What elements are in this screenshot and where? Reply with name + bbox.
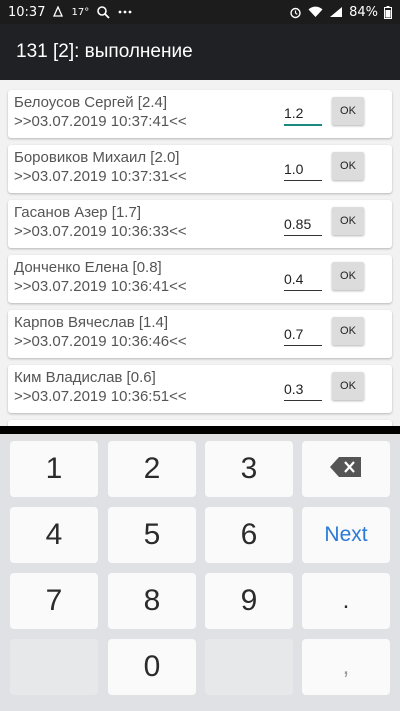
ok-button[interactable]: OK (332, 372, 364, 400)
list-item: Карпов Вячеслав [1.4] >>03.07.2019 10:36… (8, 310, 392, 358)
participant-time: >>03.07.2019 10:36:46<< (14, 333, 187, 350)
page-title: 131 [2]: выполнение (16, 41, 193, 62)
key-4[interactable]: 4 (10, 507, 98, 563)
backspace-key[interactable] (302, 441, 390, 497)
participant-time: >>03.07.2019 10:36:33<< (14, 223, 187, 240)
key-6[interactable]: 6 (205, 507, 293, 563)
value-input[interactable] (284, 212, 322, 236)
value-input[interactable] (284, 377, 322, 401)
participant-time: >>03.07.2019 10:36:41<< (14, 278, 187, 295)
value-input[interactable] (284, 157, 322, 181)
list-item: Ким Владислав [0.6] >>03.07.2019 10:36:5… (8, 365, 392, 413)
battery-icon (384, 5, 392, 19)
participant-name: Гасанов Азер [1.7] (14, 204, 141, 221)
key-3[interactable]: 3 (205, 441, 293, 497)
key-1[interactable]: 1 (10, 441, 98, 497)
participant-name: Боровиков Михаил [2.0] (14, 149, 180, 166)
list-item: Белоусов Сергей [2.4] >>03.07.2019 10:37… (8, 90, 392, 138)
key-9[interactable]: 9 (205, 573, 293, 629)
value-input[interactable] (284, 267, 322, 291)
next-key[interactable]: Next (302, 507, 390, 563)
search-icon (97, 5, 110, 19)
participant-name: Карпов Вячеслав [1.4] (14, 314, 169, 331)
participant-time: >>03.07.2019 10:37:41<< (14, 113, 187, 130)
list-item: Донченко Елена [0.8] >>03.07.2019 10:36:… (8, 255, 392, 303)
alarm-icon (289, 6, 302, 19)
key-2[interactable]: 2 (108, 441, 196, 497)
ok-button[interactable]: OK (332, 152, 364, 180)
app-bar: 131 [2]: выполнение (0, 24, 400, 80)
value-input[interactable] (284, 322, 322, 346)
key-5[interactable]: 5 (108, 507, 196, 563)
status-bar: 10:37 17° 84% (0, 0, 400, 24)
numeric-keyboard: 1 2 3 4 5 6 Next 7 8 9 . 0 , (0, 434, 400, 711)
list-item: Боровиков Михаил [2.0] >>03.07.2019 10:3… (8, 145, 392, 193)
ok-button[interactable]: OK (332, 207, 364, 235)
participant-name: Донченко Елена [0.8] (14, 259, 162, 276)
list-item (8, 420, 392, 426)
more-notifications-icon (118, 10, 132, 14)
key-7[interactable]: 7 (10, 573, 98, 629)
weather-icon (53, 6, 64, 18)
key-0[interactable]: 0 (108, 639, 196, 695)
battery-level: 84% (349, 4, 378, 20)
participant-time: >>03.07.2019 10:37:31<< (14, 168, 187, 185)
list-item: Гасанов Азер [1.7] >>03.07.2019 10:36:33… (8, 200, 392, 248)
dot-key[interactable]: . (302, 573, 390, 629)
participant-time: >>03.07.2019 10:36:51<< (14, 388, 187, 405)
status-temp: 17° (71, 6, 90, 18)
empty-key (10, 639, 98, 695)
empty-key (205, 639, 293, 695)
key-8[interactable]: 8 (108, 573, 196, 629)
ok-button[interactable]: OK (332, 262, 364, 290)
participant-name: Белоусов Сергей [2.4] (14, 94, 167, 111)
backspace-icon (329, 452, 363, 486)
signal-icon (329, 6, 343, 18)
ok-button[interactable]: OK (332, 97, 364, 125)
participant-name: Ким Владислав [0.6] (14, 369, 156, 386)
ok-button[interactable]: OK (332, 317, 364, 345)
wifi-icon (308, 6, 323, 18)
value-input[interactable] (284, 102, 322, 126)
comma-key[interactable]: , (302, 639, 390, 695)
status-time: 10:37 (8, 4, 46, 20)
participant-list[interactable]: Белоусов Сергей [2.4] >>03.07.2019 10:37… (0, 80, 400, 426)
